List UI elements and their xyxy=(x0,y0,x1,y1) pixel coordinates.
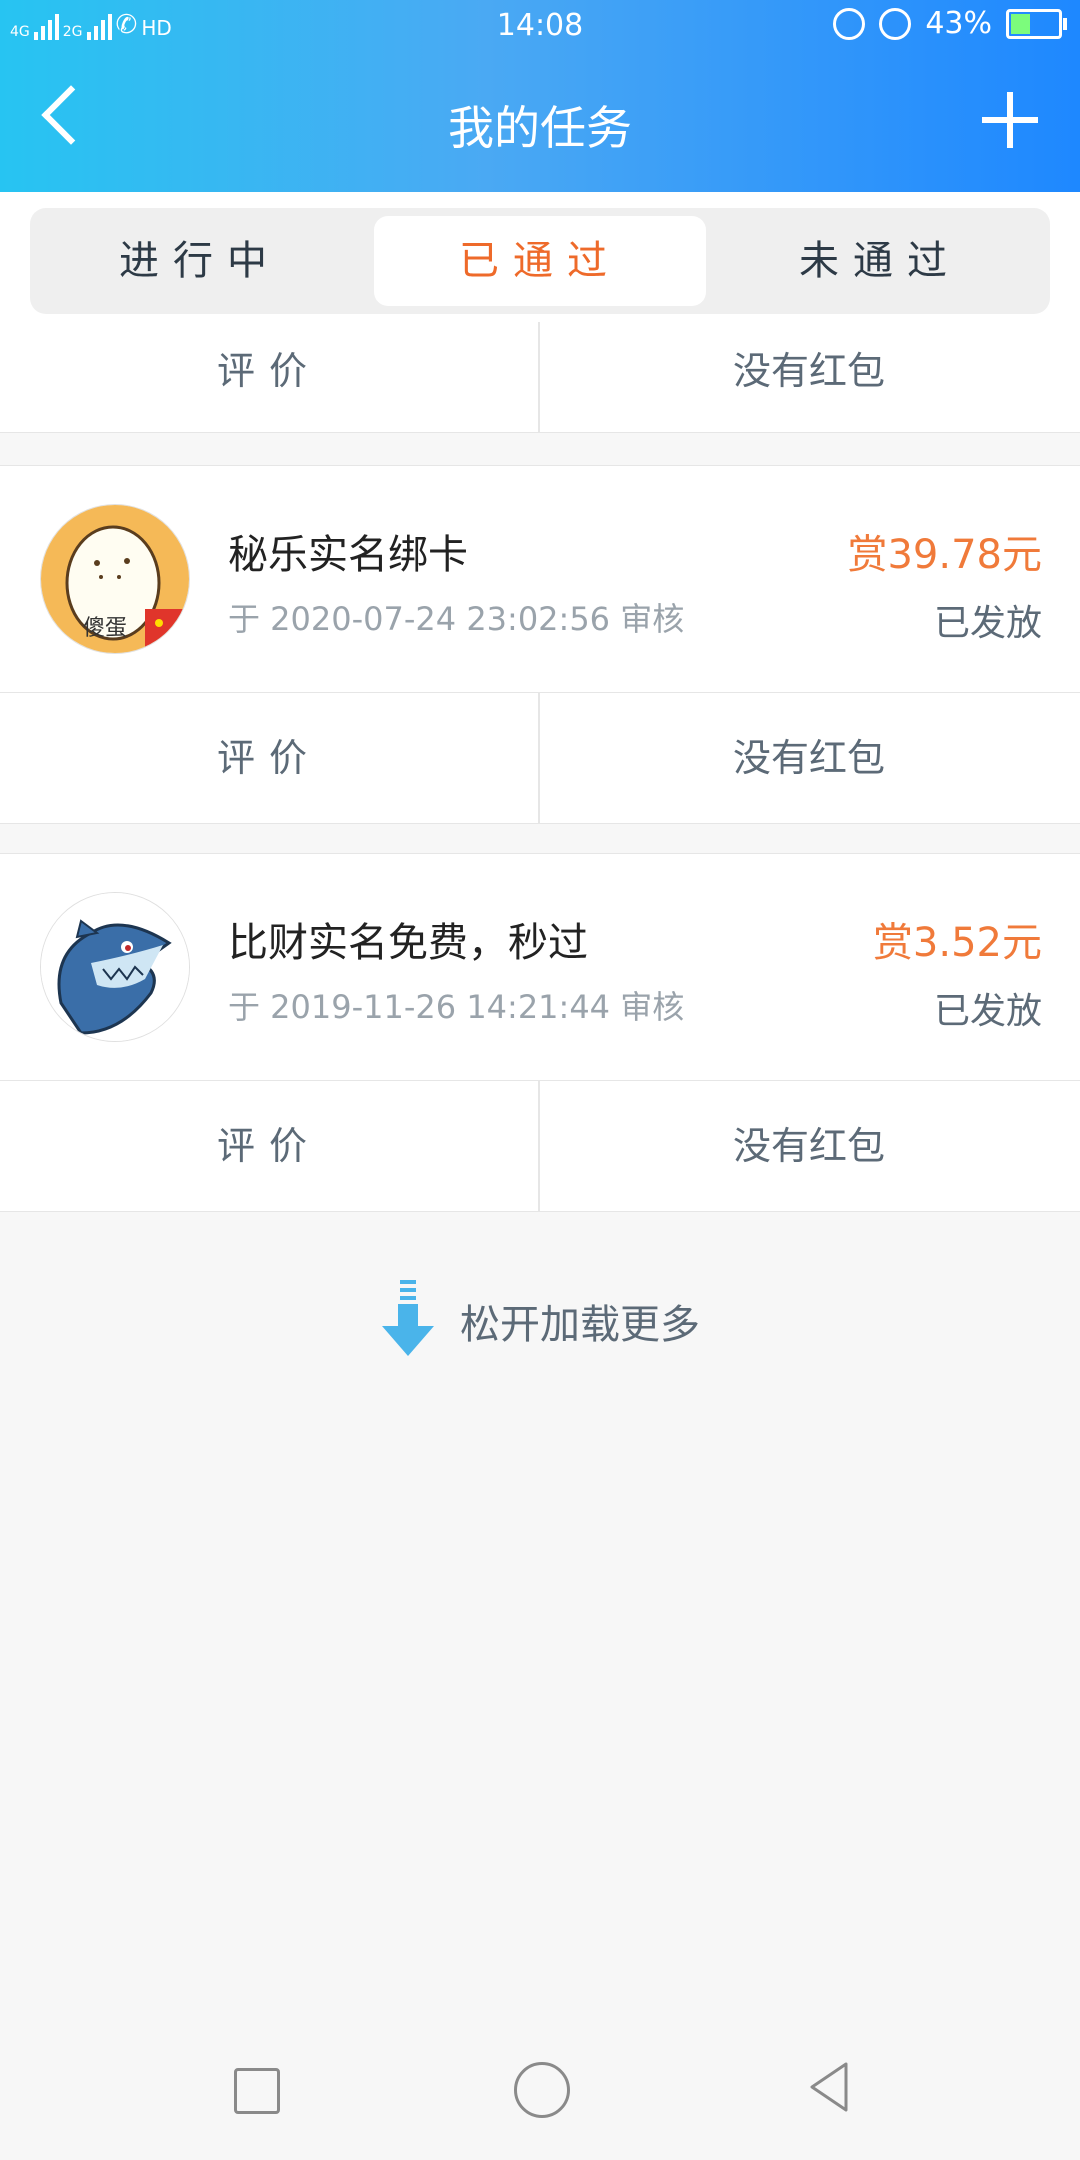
redpacket-status: 没有红包 xyxy=(732,736,885,780)
payment-status: 已发放 xyxy=(933,991,1042,1032)
shark-avatar-icon xyxy=(40,892,190,1042)
arrow-down-icon xyxy=(382,1280,434,1356)
egg-avatar-icon: 傻蛋 xyxy=(40,504,190,654)
task-title: 秘乐实名绑卡 xyxy=(228,532,468,578)
status-bar: 4G 2G ✆ HD 14:08 43% xyxy=(0,0,1080,56)
task-card[interactable]: 傻蛋 秘乐实名绑卡 于 2020-07-24 23:02:56 审核 赏39.7… xyxy=(0,465,1080,692)
recent-apps-button[interactable] xyxy=(234,2068,280,2114)
battery-percent: 43% xyxy=(925,6,992,41)
home-button[interactable] xyxy=(514,2062,570,2118)
evaluate-button[interactable]: 评价 xyxy=(0,322,540,432)
reward-amount: 赏3.52元 xyxy=(872,920,1042,966)
page-title: 我的任务 xyxy=(448,101,632,155)
task-title: 比财实名免费，秒过 xyxy=(228,920,588,966)
tab-bar: 进行中 已通过 未通过 xyxy=(30,208,1050,314)
tab-rejected[interactable]: 未通过 xyxy=(710,208,1050,314)
system-back-button[interactable] xyxy=(806,2060,852,2114)
rotation-lock-icon xyxy=(833,7,866,40)
tab-in-progress[interactable]: 进行中 xyxy=(30,208,370,314)
tabs-container: 进行中 已通过 未通过 xyxy=(0,192,1080,322)
add-button[interactable] xyxy=(982,92,1038,148)
payment-status: 已发放 xyxy=(933,603,1042,644)
task-card[interactable]: 比财实名免费，秒过 于 2019-11-26 14:21:44 审核 赏3.52… xyxy=(0,853,1080,1080)
action-row: 评价 没有红包 xyxy=(0,692,1080,824)
evaluate-button[interactable]: 评价 xyxy=(0,693,540,823)
alarm-icon xyxy=(879,7,912,40)
task-date: 于 2020-07-24 23:02:56 审核 xyxy=(228,600,685,638)
load-more-indicator: 松开加载更多 xyxy=(0,1270,1080,1370)
evaluate-button[interactable]: 评价 xyxy=(0,1081,540,1211)
redpacket-status: 没有红包 xyxy=(732,349,885,393)
status-right: 43% xyxy=(833,6,1067,41)
tab-approved[interactable]: 已通过 xyxy=(374,216,706,306)
battery-level xyxy=(1011,13,1030,34)
action-row: 评价 没有红包 xyxy=(0,1080,1080,1212)
system-navigation-bar xyxy=(0,2030,1080,2160)
reward-amount: 赏39.78元 xyxy=(847,532,1042,578)
avatar-label: 傻蛋 xyxy=(83,616,127,641)
task-date: 于 2019-11-26 14:21:44 审核 xyxy=(228,988,685,1026)
battery-icon xyxy=(1006,8,1067,39)
load-more-text: 松开加载更多 xyxy=(460,1302,700,1348)
action-row-partial: 评价 没有红包 xyxy=(0,322,1080,433)
header: 4G 2G ✆ HD 14:08 43% 我的任务 xyxy=(0,0,1080,192)
redpacket-status: 没有红包 xyxy=(732,1124,885,1168)
